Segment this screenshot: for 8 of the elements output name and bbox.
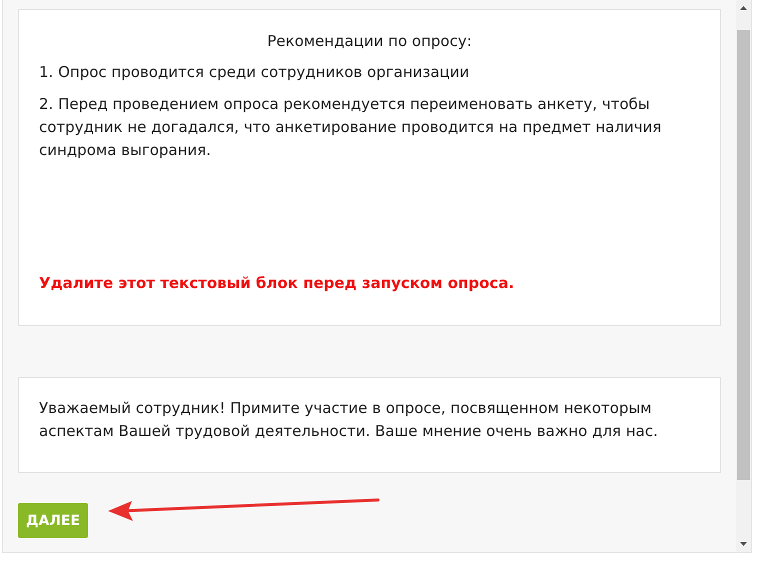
intro-text: Уважаемый сотрудник! Примите участие в опросе, посвященном некоторым аспектам Вашей трудовой деятельности. Ваше мнение очень важно для нас. [39,398,659,442]
warning-text: Удалите этот текстовый блок перед запуском опроса. [39,273,516,294]
scrollbar[interactable] [736,0,751,552]
scroll-thumb[interactable] [737,30,750,480]
next-button[interactable]: ДАЛЕЕ [18,503,88,538]
recommendation-text: 2. Перед проведением опроса рекомендуется переименовать анкету, чтобы сотрудник не догадался, что анкетирование проводится на предмет наличия синдрома выгорания. [39,94,662,161]
recommendation-text: 1. Опрос проводится среди сотрудников организации [39,62,470,83]
recommendations-title: Рекомендации по опросу: [266,31,473,52]
